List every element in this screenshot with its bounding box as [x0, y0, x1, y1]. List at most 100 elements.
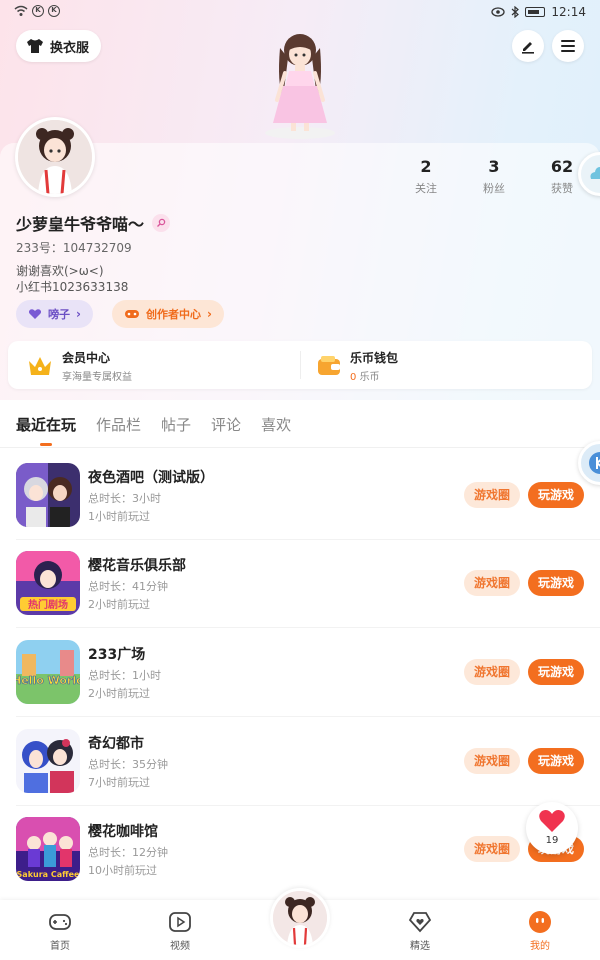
game-row[interactable]: 热门剧场 樱花音乐俱乐部 总时长：41分钟 2小时前玩过 游戏圈 玩游戏 [0, 551, 600, 639]
stat-following[interactable]: 2 关注 [396, 157, 456, 196]
creator-center-label: 创作者中心 [146, 308, 201, 321]
game-last-played: 2小时前玩过 [88, 598, 150, 611]
like-count: 19 [545, 835, 559, 846]
side-cloud-bubble[interactable] [578, 152, 600, 196]
game-icon-night-bar [16, 463, 80, 527]
chevron-right-icon: › [76, 307, 81, 321]
nav-mine[interactable]: 我的 [510, 910, 570, 952]
play-game-button[interactable]: 玩游戏 [528, 659, 584, 685]
game-row[interactable]: 夜色酒吧（测试版） 总时长：3小时 1小时前玩过 游戏圈 玩游戏 [0, 463, 600, 551]
game-name: 樱花咖啡馆 [88, 824, 158, 840]
perks-bar: 会员中心 享海量专属权益 乐币钱包 0 乐币 [8, 341, 592, 389]
nav-video-label: 视频 [170, 941, 190, 952]
badge-pill-button[interactable]: 嗙子 › [16, 300, 93, 328]
shirt-icon [27, 39, 43, 53]
member-center[interactable]: 会员中心 享海量专属权益 [26, 349, 132, 383]
tab-works[interactable]: 作品栏 [96, 414, 141, 435]
game-icon-text: 热门剧场 [28, 598, 68, 611]
active-tab-indicator [40, 443, 52, 446]
profile-tabs: 最近在玩 作品栏 帖子 评论 喜欢 [16, 414, 291, 435]
key-search-icon[interactable] [152, 214, 171, 232]
wallet-unit: 乐币 [359, 372, 380, 383]
edit-button[interactable] [512, 30, 544, 62]
gamepad-icon [49, 914, 71, 930]
avatar-character-figure[interactable] [255, 28, 345, 143]
stat-fans[interactable]: 3 粉丝 [464, 157, 524, 196]
game-circle-button[interactable]: 游戏圈 [464, 482, 520, 508]
crown-icon [29, 357, 51, 375]
heart-diamond-icon [408, 912, 432, 933]
play-game-button[interactable]: 玩游戏 [528, 482, 584, 508]
gamepad-icon [125, 310, 139, 318]
game-circle-button[interactable]: 游戏圈 [464, 748, 520, 774]
stat-fans-label: 粉丝 [483, 182, 505, 195]
game-name: 樱花音乐俱乐部 [88, 558, 186, 574]
chevron-right-icon: › [207, 307, 212, 321]
game-row[interactable]: Hello World 233广场 总时长：1小时 2小时前玩过 游戏圈 玩游戏 [0, 640, 600, 728]
nav-home[interactable]: 首页 [30, 910, 90, 952]
nav-featured[interactable]: 精选 [390, 910, 450, 952]
creator-center-button[interactable]: 创作者中心 › [112, 300, 224, 328]
play-game-button[interactable]: 玩游戏 [528, 570, 584, 596]
game-icon-sakura-music: 热门剧场 [16, 551, 80, 615]
wallet-icon [318, 356, 340, 375]
notification-k-icon: K [32, 5, 44, 17]
game-icon-fantasy-city [16, 729, 80, 793]
game-circle-button[interactable]: 游戏圈 [464, 836, 520, 862]
eye-icon [491, 7, 506, 17]
floating-like-button[interactable]: 19 [526, 802, 578, 854]
stat-fans-count: 3 [488, 157, 500, 176]
stat-following-count: 2 [420, 157, 432, 176]
game-circle-button[interactable]: 游戏圈 [464, 659, 520, 685]
profile-face-icon [529, 911, 551, 933]
game-icon-sakura-cafe: Sakura Caffee [16, 817, 80, 881]
status-bar: K K 12:14 [0, 0, 600, 26]
cloud-icon [590, 166, 600, 179]
game-last-played: 1小时前玩过 [88, 510, 150, 523]
game-icon-text: Hello World [16, 674, 80, 687]
video-icon [169, 912, 191, 932]
wallet[interactable]: 乐币钱包 0 乐币 [316, 349, 398, 383]
bio-line-1: 谢谢喜欢(>ω<) [16, 264, 104, 278]
tab-recent[interactable]: 最近在玩 [16, 414, 76, 435]
game-icon-233-plaza: Hello World [16, 640, 80, 704]
game-name: 奇幻都市 [88, 736, 144, 752]
avatar[interactable] [15, 117, 95, 197]
game-last-played: 7小时前玩过 [88, 776, 150, 789]
game-duration: 总时长：1小时 [88, 669, 161, 682]
row-divider [16, 627, 600, 628]
perks-divider [300, 351, 301, 379]
menu-button[interactable] [552, 30, 584, 62]
play-game-button[interactable]: 玩游戏 [528, 748, 584, 774]
badge-pill-label: 嗙子 [48, 308, 70, 321]
wallet-balance: 0 乐币 [350, 368, 398, 383]
heart-icon [539, 810, 565, 832]
menu-icon [561, 40, 575, 52]
game-duration: 总时长：3小时 [88, 492, 161, 505]
bluetooth-icon [512, 6, 520, 18]
member-center-subtitle: 享海量专属权益 [62, 372, 132, 383]
row-divider [16, 805, 600, 806]
game-icon-text: Sakura Caffee [17, 870, 80, 879]
bio-line-2: 小红书1023633138 [16, 280, 129, 294]
tab-divider [0, 447, 600, 448]
avatar-image [18, 120, 92, 194]
row-divider [16, 716, 600, 717]
tab-comments[interactable]: 评论 [211, 414, 241, 435]
nav-video[interactable]: 视频 [150, 910, 210, 952]
game-duration: 总时长：41分钟 [88, 580, 168, 593]
game-name: 夜色酒吧（测试版） [88, 470, 214, 486]
change-outfit-button[interactable]: 换衣服 [16, 30, 102, 62]
tab-posts[interactable]: 帖子 [161, 414, 191, 435]
change-outfit-label: 换衣服 [50, 40, 90, 56]
nav-home-label: 首页 [50, 941, 70, 952]
game-row[interactable]: 奇幻都市 总时长：35分钟 7小时前玩过 游戏圈 玩游戏 [0, 729, 600, 817]
tab-likes[interactable]: 喜欢 [261, 414, 291, 435]
stat-following-label: 关注 [415, 182, 437, 195]
member-center-title: 会员中心 [62, 351, 111, 365]
game-circle-button[interactable]: 游戏圈 [464, 570, 520, 596]
nav-featured-label: 精选 [410, 941, 430, 952]
nav-center-avatar[interactable] [270, 888, 330, 948]
username-text: 少萝皇牛爷爷喵～ [16, 215, 145, 234]
game-last-played: 2小时前玩过 [88, 687, 150, 700]
